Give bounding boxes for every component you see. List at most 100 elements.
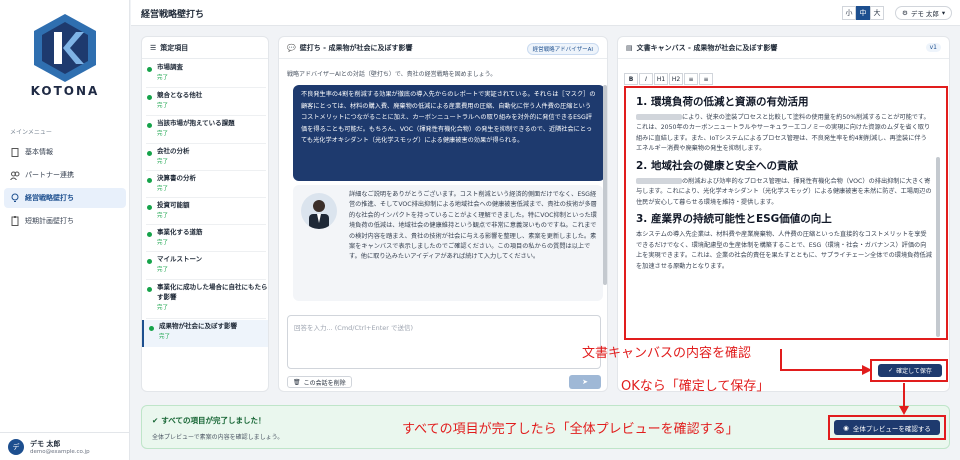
- step-label: 決算書の分析: [157, 174, 196, 182]
- send-icon: ➤: [582, 378, 588, 386]
- step-item[interactable]: 会社の分析 完了: [142, 145, 268, 172]
- numbered-list-button[interactable]: ≡: [699, 73, 713, 85]
- sidebar-item-label: 基本情報: [25, 148, 53, 156]
- divider: [146, 170, 266, 171]
- canvas-highlight-box: [624, 86, 948, 340]
- lightbulb-icon: [10, 193, 20, 203]
- annotation-check-canvas: 文書キャンバスの内容を確認: [582, 346, 752, 361]
- chat-subtitle: 戦略アドバイザーAIとの対話（壁打ち）で、貴社の経営戦略を固めましょう。: [287, 71, 497, 78]
- version-badge: v1: [925, 43, 941, 52]
- step-status: 完了: [159, 334, 171, 340]
- clear-label: この会話を削除: [303, 379, 346, 387]
- italic-button[interactable]: I: [639, 73, 653, 85]
- step-status: 完了: [157, 103, 169, 109]
- avatar: デ: [8, 438, 24, 455]
- h2-button[interactable]: H2: [669, 73, 683, 85]
- step-item[interactable]: 決算書の分析 完了: [142, 172, 268, 199]
- divider: [146, 87, 266, 88]
- chat-scrollbar[interactable]: [603, 85, 607, 285]
- divider: [146, 143, 266, 144]
- font-size-large-button[interactable]: 大: [870, 6, 884, 20]
- sidebar-item-label: 短期計画壁打ち: [25, 217, 74, 225]
- steps-panel-header: ☰ 策定項目: [142, 37, 268, 59]
- step-status: 完了: [157, 131, 169, 137]
- completion-title: ✔ すべての項目が完了しました！: [152, 416, 266, 425]
- step-label: 事業化する道筋: [157, 228, 203, 236]
- completion-subtitle: 全体プレビューで素案の内容を確認しましょう。: [152, 434, 284, 441]
- kotona-logo-icon: [34, 14, 96, 82]
- steps-title: 策定項目: [160, 43, 189, 52]
- annotation-all-done: すべての項目が完了したら「全体プレビューを確認する」: [402, 422, 739, 437]
- divider: [146, 224, 266, 225]
- page-title: 経営戦略壁打ち: [141, 10, 205, 20]
- step-item[interactable]: 事業化に成功した場合に自社にもたらす影響 完了: [142, 281, 268, 317]
- step-item[interactable]: 市場調査 完了: [142, 61, 268, 88]
- divider: [146, 115, 266, 116]
- user-menu-label: デモ 太郎: [910, 10, 939, 18]
- step-label: 競合となる他社: [157, 91, 203, 99]
- sidebar: KOTONA メインメニュー 基本情報 パートナー連携 経営戦略壁打ち 短期計画…: [0, 0, 130, 460]
- user-message: 不良発生率の4割を削減する効果が徹底の導入先からのレポートで実証されている。それ…: [293, 85, 605, 181]
- step-status: 完了: [157, 305, 169, 311]
- chat-input[interactable]: 回答を入力... (Cmd/Ctrl+Enter で送信): [287, 315, 601, 369]
- clear-conversation-button[interactable]: 🗑 この会話を削除: [287, 376, 352, 388]
- font-size-small-button[interactable]: 小: [842, 6, 856, 20]
- h1-button[interactable]: H1: [654, 73, 668, 85]
- chevron-down-icon: ▾: [941, 9, 946, 17]
- sidebar-item-basic-info[interactable]: 基本情報: [4, 142, 126, 162]
- advisor-badge: 経営戦略アドバイザーAI: [526, 43, 599, 55]
- list-icon: ☰: [150, 43, 157, 52]
- logo-text: KOTONA: [30, 84, 100, 98]
- step-item[interactable]: 競合となる他社 完了: [142, 89, 268, 116]
- annotation-line: [780, 369, 866, 371]
- canvas-panel-header: ▤ 文書キャンバス - 成果物が社会に及ぼす影響: [618, 37, 949, 59]
- step-status: 完了: [157, 267, 169, 273]
- step-status: 完了: [157, 240, 169, 246]
- divider: [146, 251, 266, 252]
- step-label: 投資可能額: [157, 201, 190, 209]
- send-button[interactable]: ➤: [569, 375, 601, 389]
- app-root: KOTONA メインメニュー 基本情報 パートナー連携 経営戦略壁打ち 短期計画…: [0, 0, 960, 460]
- step-status: 完了: [157, 75, 169, 81]
- step-item[interactable]: 投資可能額 完了: [142, 199, 268, 226]
- trash-icon: 🗑: [293, 378, 301, 386]
- font-size-medium-button[interactable]: 中: [856, 6, 870, 20]
- ai-avatar: [301, 193, 337, 229]
- arrow-down-icon: [899, 406, 909, 415]
- annotation-line: [780, 349, 782, 371]
- bullet-list-button[interactable]: ≡: [684, 73, 698, 85]
- bold-button[interactable]: B: [624, 73, 638, 85]
- user-profile[interactable]: デ デモ 太郎 demo@example.co.jp: [0, 432, 130, 460]
- ai-message-text: 詳細なご説明をありがとうございます。コスト削減という経済的側面だけでなく、ESG…: [349, 191, 597, 261]
- step-label: 当該市場が抱えている課題: [157, 119, 235, 127]
- step-label: マイルストーン: [157, 255, 203, 263]
- step-item[interactable]: マイルストーン 完了: [142, 253, 268, 280]
- check-circle-icon: ✔: [152, 416, 159, 425]
- arrow-right-icon: [862, 365, 872, 375]
- document-icon: ▤: [626, 43, 633, 52]
- steps-panel: ☰ 策定項目 市場調査 完了 競合となる他社 完了 当該市場が抱えている課題 完了 会社の分析…: [141, 36, 269, 392]
- sidebar-item-strategy[interactable]: 経営戦略壁打ち: [4, 188, 126, 208]
- sidebar-item-label: 経営戦略壁打ち: [25, 194, 74, 202]
- font-size-switcher: 小 中 大: [842, 6, 884, 20]
- document-icon: [10, 147, 20, 157]
- save-highlight-box: [870, 359, 948, 382]
- step-status: 完了: [157, 213, 169, 219]
- clipboard-icon: [10, 216, 20, 226]
- step-status: 完了: [157, 186, 169, 192]
- annotation-ok-save: OKなら「確定して保存」: [621, 379, 770, 394]
- sidebar-item-partner[interactable]: パートナー連携: [4, 165, 126, 185]
- divider: [146, 279, 266, 280]
- chat-panel: 💬 壁打ち - 成果物が社会に及ぼす影響 経営戦略アドバイザーAI 戦略アドバイザ…: [278, 36, 608, 392]
- divider: [146, 318, 266, 319]
- step-item[interactable]: 成果物が社会に及ぼす影響 完了: [142, 320, 268, 347]
- chat-title: 壁打ち - 成果物が社会に及ぼす影響: [299, 43, 413, 52]
- sidebar-item-short-plan[interactable]: 短期計画壁打ち: [4, 211, 126, 231]
- user-menu-button[interactable]: ⚙ デモ 太郎 ▾: [895, 6, 953, 20]
- preview-highlight-box: [828, 415, 946, 440]
- step-label: 市場調査: [157, 63, 183, 71]
- user-name: デモ 太郎: [30, 439, 61, 448]
- step-item[interactable]: 当該市場が抱えている課題 完了: [142, 117, 268, 144]
- step-item[interactable]: 事業化する道筋 完了: [142, 226, 268, 253]
- sidebar-item-label: パートナー連携: [25, 171, 74, 179]
